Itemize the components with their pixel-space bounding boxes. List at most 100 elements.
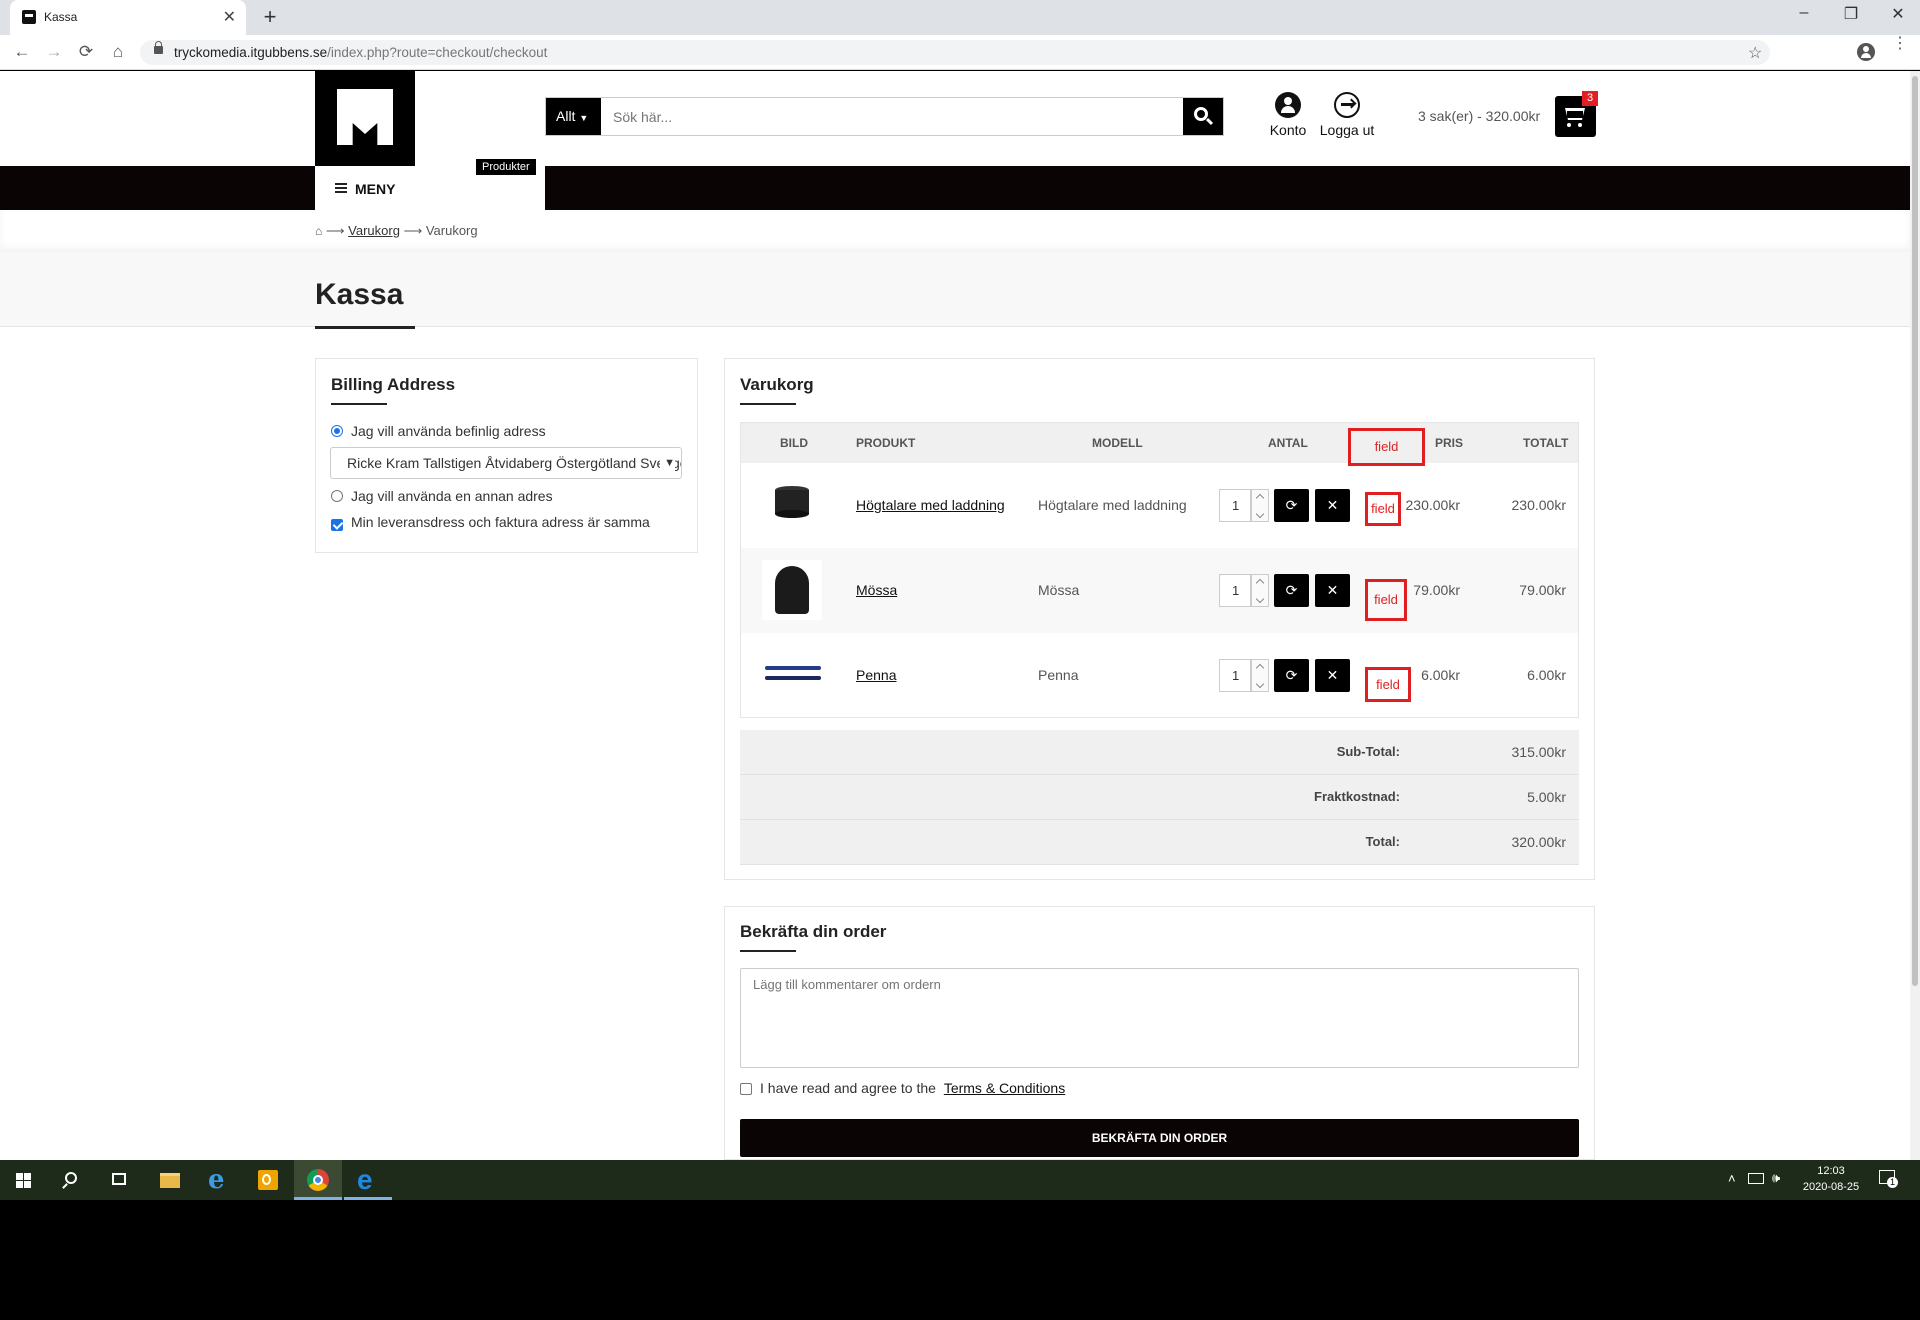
order-comment-field[interactable] <box>740 968 1579 1068</box>
search-category-label: Allt <box>556 108 576 124</box>
action-center-icon[interactable]: 1 <box>1879 1170 1898 1188</box>
address-select[interactable]: Ricke Kram Tallstigen Åtvidaberg Östergö… <box>330 447 682 479</box>
shipping-value: 5.00kr <box>1527 789 1566 805</box>
quantity-stepper[interactable] <box>1251 659 1269 692</box>
address-bar[interactable]: tryckomedia.itgubbens.se/index.php?route… <box>140 40 1770 65</box>
chevron-down-icon: ▼ <box>660 448 675 478</box>
quantity-stepper[interactable] <box>1251 574 1269 607</box>
site-logo[interactable] <box>315 71 415 167</box>
cart-icon <box>1565 108 1585 120</box>
col-price: PRIS <box>1435 436 1464 450</box>
cart-summary[interactable]: 3 sak(er) - 320.00kr <box>1418 108 1540 124</box>
file-explorer-icon[interactable] <box>146 1160 194 1200</box>
shipping-row <box>740 775 1579 820</box>
existing-address-radio[interactable] <box>331 425 343 437</box>
total-label: Total: <box>1365 834 1400 849</box>
product-model: Penna <box>1038 667 1079 683</box>
remove-button[interactable]: ✕ <box>1315 574 1350 607</box>
total-row <box>740 820 1579 865</box>
task-view-icon[interactable] <box>96 1160 144 1200</box>
search-input[interactable] <box>601 98 1176 135</box>
taskbar-search-icon[interactable] <box>48 1160 96 1200</box>
existing-address-label: Jag vill använda befinlig adress <box>351 423 546 439</box>
scrollbar-thumb[interactable] <box>1912 76 1918 986</box>
logout-link[interactable]: Logga ut <box>1314 92 1380 138</box>
title-underline <box>315 326 415 329</box>
account-icon <box>1275 92 1301 118</box>
new-address-radio[interactable] <box>331 490 343 502</box>
subtotal-row <box>740 730 1579 775</box>
product-link[interactable]: Mössa <box>856 582 897 598</box>
tray-chevron-up-icon[interactable]: ˄ <box>1728 1171 1736 1186</box>
title-bar <box>0 252 1910 327</box>
quantity-input[interactable]: 1 <box>1219 489 1251 522</box>
terms-checkbox[interactable] <box>740 1083 752 1095</box>
forward-icon[interactable]: → <box>42 42 66 62</box>
remove-button[interactable]: ✕ <box>1315 489 1350 522</box>
network-icon[interactable] <box>1748 1173 1764 1184</box>
col-field: field <box>1348 428 1425 466</box>
breadcrumb-home-icon[interactable]: ⌂ <box>315 224 322 238</box>
main-navbar <box>0 166 1910 210</box>
lock-icon <box>154 41 163 54</box>
bookmark-star-icon[interactable]: ☆ <box>1748 43 1762 63</box>
search-button[interactable] <box>1183 98 1223 135</box>
same-address-checkbox[interactable] <box>331 519 343 531</box>
window-close-button[interactable]: ✕ <box>1878 4 1918 24</box>
browser-tab[interactable]: Kassa ✕ <box>10 0 246 35</box>
quantity-stepper[interactable] <box>1251 489 1269 522</box>
col-model: MODELL <box>1092 436 1143 450</box>
refresh-button[interactable]: ⟳ <box>1274 659 1309 692</box>
product-model: Mössa <box>1038 582 1080 598</box>
quantity-input[interactable]: 1 <box>1219 659 1251 692</box>
hamburger-icon <box>335 183 347 193</box>
search-category-dropdown[interactable]: Allt ▼ <box>546 98 601 135</box>
tab-title: Kassa <box>44 10 78 24</box>
col-total: TOTALT <box>1523 436 1569 450</box>
taskbar-clock[interactable]: 12:03 2020-08-25 <box>1796 1163 1866 1195</box>
product-image-speaker[interactable] <box>762 480 822 530</box>
site-favicon-icon <box>22 10 36 24</box>
product-image-pen[interactable] <box>762 656 822 696</box>
home-icon[interactable]: ⌂ <box>106 42 130 62</box>
breadcrumb-separator: ⟶ <box>403 223 423 238</box>
col-image: BILD <box>780 436 808 450</box>
new-tab-button[interactable]: + <box>258 4 282 30</box>
internet-explorer-icon[interactable]: e <box>196 1160 244 1200</box>
confirm-order-button[interactable]: BEKRÄFTA DIN ORDER <box>740 1119 1579 1157</box>
minimize-button[interactable]: – <box>1784 4 1824 22</box>
breadcrumb-cart-link[interactable]: Varukorg <box>348 223 400 238</box>
billing-title: Billing Address <box>331 375 456 394</box>
account-link[interactable]: Konto <box>1266 92 1310 138</box>
edge-icon[interactable]: e <box>344 1160 392 1200</box>
confirm-title-underline <box>740 950 796 952</box>
breadcrumb-current: Varukorg <box>425 223 478 238</box>
account-label: Konto <box>1269 122 1307 138</box>
quantity-input[interactable]: 1 <box>1219 574 1251 607</box>
browser-tab-strip <box>0 0 1920 35</box>
refresh-button[interactable]: ⟳ <box>1274 574 1309 607</box>
browser-menu-icon[interactable]: ⋮ <box>1892 36 1908 52</box>
outlook-icon[interactable] <box>244 1160 292 1200</box>
logout-label: Logga ut <box>1319 122 1375 138</box>
clock-date: 2020-08-25 <box>1802 1181 1860 1193</box>
confirm-title: Bekräfta din order <box>740 922 887 941</box>
terms-link[interactable]: Terms & Conditions <box>944 1080 1065 1096</box>
back-icon[interactable]: ← <box>10 42 34 62</box>
reload-icon[interactable]: ⟳ <box>74 42 98 62</box>
tab-close-icon[interactable]: ✕ <box>223 7 236 27</box>
breadcrumb-bar <box>0 210 1910 252</box>
product-link[interactable]: Penna <box>856 667 896 683</box>
restore-button[interactable]: ❐ <box>1831 4 1871 24</box>
chrome-icon[interactable] <box>294 1160 342 1200</box>
refresh-button[interactable]: ⟳ <box>1274 489 1309 522</box>
product-link[interactable]: Högtalare med laddning <box>856 497 1005 513</box>
remove-button[interactable]: ✕ <box>1315 659 1350 692</box>
unit-price: 6.00kr <box>1421 667 1460 683</box>
volume-icon[interactable]: 🕪 <box>1772 1170 1780 1186</box>
product-image-beanie[interactable] <box>762 560 822 620</box>
col-qty: ANTAL <box>1268 436 1308 450</box>
profile-icon[interactable] <box>1857 43 1875 61</box>
unit-price: 230.00kr <box>1405 497 1460 513</box>
start-button[interactable] <box>0 1160 48 1200</box>
